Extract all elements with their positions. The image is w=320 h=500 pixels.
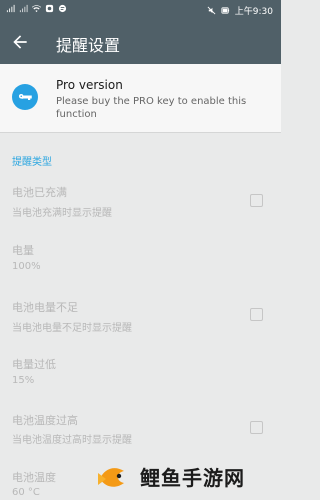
setting-title: 电池温度 (12, 471, 56, 484)
key-icon-badge (12, 84, 38, 110)
setting-subtitle: 当电池温度过高时显示提醒 (12, 435, 132, 446)
app-notification-icon (45, 4, 54, 13)
setting-subtitle: 当电池电量不足时显示提醒 (12, 323, 132, 334)
setting-title: 电池电量不足 (12, 301, 78, 314)
back-arrow-icon[interactable] (10, 32, 30, 52)
setting-title: 电量过低 (12, 358, 56, 371)
setting-subtitle: 15% (12, 375, 35, 386)
setting-subtitle: 60 °C (12, 487, 40, 498)
setting-battery-low[interactable]: 电池电量不足 当电池电量不足时显示提醒 (0, 299, 281, 339)
pro-version-item[interactable]: Pro version Please buy the PRO key to en… (0, 64, 281, 133)
watermark: 鲤鱼手游网 (92, 452, 281, 500)
status-right-icons: 上午9:30 (207, 4, 273, 17)
message-icon (58, 4, 67, 13)
wifi-icon (32, 5, 41, 13)
setting-title: 电量 (12, 244, 34, 257)
status-bar: 上午9:30 (0, 0, 281, 20)
battery-indicator-icon (221, 7, 229, 14)
key-icon (18, 94, 32, 100)
status-left-icons (6, 4, 67, 13)
battery-hot-checkbox[interactable] (250, 421, 263, 434)
pro-subtitle: Please buy the PRO key to enable this fu… (56, 96, 247, 120)
signal-icon (6, 4, 15, 13)
battery-low-checkbox[interactable] (250, 308, 263, 321)
setting-battery-too-low[interactable]: 电量过低 15% (0, 356, 281, 394)
watermark-text: 鲤鱼手游网 (140, 465, 245, 490)
setting-title: 电池温度过高 (12, 414, 78, 427)
setting-subtitle: 当电池充满时显示提醒 (12, 208, 112, 219)
page-title: 提醒设置 (56, 36, 121, 55)
setting-title: 电池已充满 (12, 186, 67, 199)
setting-subtitle: 100% (12, 261, 41, 272)
status-time: 上午9:30 (234, 7, 273, 17)
pro-title: Pro version (56, 78, 123, 92)
app-bar: 提醒设置 (0, 20, 281, 64)
section-header: 提醒类型 (12, 157, 52, 168)
fish-logo-icon (98, 468, 124, 487)
setting-battery-level[interactable]: 电量 100% (0, 242, 281, 280)
signal-icon-2 (19, 4, 28, 13)
mute-icon (207, 6, 216, 15)
battery-full-checkbox[interactable] (250, 194, 263, 207)
setting-battery-full[interactable]: 电池已充满 当电池充满时显示提醒 (0, 184, 281, 224)
setting-battery-hot[interactable]: 电池温度过高 当电池温度过高时显示提醒 (0, 412, 281, 452)
